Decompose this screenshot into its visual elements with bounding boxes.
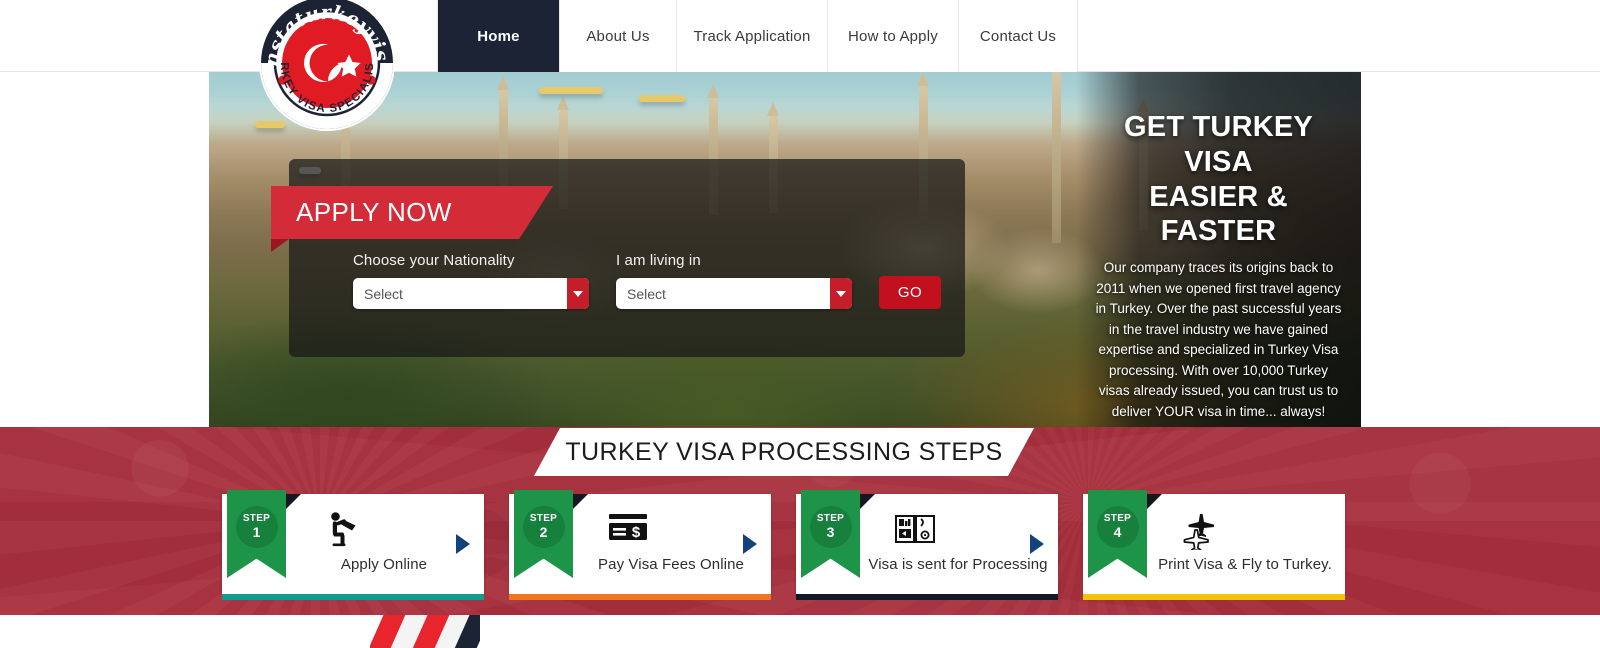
nav-item-how-to-apply[interactable]: How to Apply (828, 0, 959, 72)
chevron-down-icon[interactable] (567, 278, 589, 309)
corner-fold-shape (1147, 494, 1162, 509)
step-card-3[interactable]: STEP 3 Visa is sent for Processing (796, 490, 1058, 600)
step-card-1[interactable]: STEP 1 Apply Online (222, 490, 484, 600)
ribbon-fold-shape (271, 239, 289, 252)
card-accent-bar (1083, 594, 1345, 600)
step-label: Visa is sent for Processing (868, 556, 1048, 573)
nav-label: Track Application (693, 27, 811, 45)
nav-label: Home (477, 27, 520, 45)
nationality-field: Choose your Nationality Select (353, 252, 589, 309)
site-logo[interactable]: instaturkeyvisa TURKEY VISA SPECIALISTS (250, 0, 398, 134)
step-label: Apply Online (340, 556, 428, 573)
nationality-value: Select (364, 285, 403, 302)
next-arrow-icon (1030, 534, 1044, 554)
nav-label: About Us (586, 27, 650, 45)
person-with-laptop-icon (310, 509, 372, 551)
step-number: 1 (252, 523, 261, 540)
step-card-4[interactable]: STEP 4 Print Visa & Fly to Turkey. (1083, 490, 1345, 600)
chevron-down-icon[interactable] (830, 278, 852, 309)
step-number: 3 (826, 523, 835, 540)
card-accent-bar (222, 594, 484, 600)
svg-text:$: $ (632, 524, 641, 541)
step-number-badge: STEP 4 (1096, 506, 1139, 548)
apply-now-label: APPLY NOW (296, 197, 452, 227)
nav-item-track-application[interactable]: Track Application (677, 0, 828, 72)
credit-card-dollar-icon: $ (597, 509, 659, 551)
page-title: TURKEY VISA PROCESSING STEPS (565, 437, 1003, 466)
site-header: Home About Us Track Application How to A… (0, 0, 1600, 72)
nav-item-home[interactable]: Home (437, 0, 560, 72)
page-root: Home About Us Track Application How to A… (0, 0, 1600, 648)
nav-item-contact-us[interactable]: Contact Us (959, 0, 1078, 72)
step-number-badge: STEP 3 (809, 506, 852, 548)
living-in-value: Select (627, 285, 666, 302)
nationality-select[interactable]: Select (353, 278, 589, 309)
corner-fold-shape (286, 494, 301, 509)
main-navigation: Home About Us Track Application How to A… (437, 0, 1078, 72)
step-card-2[interactable]: STEP 2 $ Pay Visa Fees Online (509, 490, 771, 600)
nav-item-about-us[interactable]: About Us (560, 0, 677, 72)
step-number: 4 (1113, 523, 1122, 540)
promo-heading: GET TURKEY VISA EASIER & FASTER (1094, 110, 1343, 249)
visa-application-form: Choose your Nationality Select I am livi… (353, 252, 941, 309)
processing-steps-title-banner: TURKEY VISA PROCESSING STEPS (534, 428, 1034, 476)
hero-promo-panel: GET TURKEY VISA EASIER & FASTER Our comp… (1076, 55, 1361, 427)
next-arrow-icon (743, 534, 757, 554)
step-number-badge: STEP 1 (235, 506, 278, 548)
step-ribbon-1: STEP 1 (227, 490, 286, 578)
step-label: Print Visa & Fly to Turkey. (1158, 556, 1332, 573)
step-number-badge: STEP 2 (522, 506, 565, 548)
logo-badge-icon: instaturkeyvisa TURKEY VISA SPECIALISTS (250, 0, 395, 131)
apply-now-ribbon: APPLY NOW (271, 186, 553, 239)
airplane-icon (1171, 509, 1233, 551)
corner-fold-shape (860, 494, 875, 509)
apply-now-panel: APPLY NOW Choose your Nationality Select… (271, 159, 965, 357)
living-in-field: I am living in Select (616, 252, 852, 309)
next-arrow-icon (456, 534, 470, 554)
nationality-label: Choose your Nationality (353, 252, 515, 269)
card-accent-bar (509, 594, 771, 600)
nav-label: Contact Us (979, 27, 1057, 45)
living-in-select[interactable]: Select (616, 278, 852, 309)
step-ribbon-2: STEP 2 (514, 490, 573, 578)
corner-fold-shape (573, 494, 588, 509)
card-accent-bar (796, 594, 1058, 600)
step-number: 2 (539, 523, 548, 540)
step-label: Pay Visa Fees Online (598, 556, 744, 573)
step-ribbon-3: STEP 3 (801, 490, 860, 578)
promo-heading-line2: EASIER & FASTER (1149, 180, 1288, 248)
open-passport-icon (884, 509, 946, 551)
steps-card-list: STEP 1 Apply Online STEP 2 $ Pay Visa Fe… (0, 490, 1600, 604)
living-in-label: I am living in (616, 252, 701, 269)
bottom-diagonal-stripes (370, 615, 480, 648)
nav-label: How to Apply (848, 27, 938, 45)
promo-paragraph: Our company traces its origins back to 2… (1095, 260, 1342, 419)
step-ribbon-4: STEP 4 (1088, 490, 1147, 578)
go-button[interactable]: GO (879, 276, 941, 309)
promo-heading-line1: GET TURKEY VISA (1124, 111, 1313, 178)
